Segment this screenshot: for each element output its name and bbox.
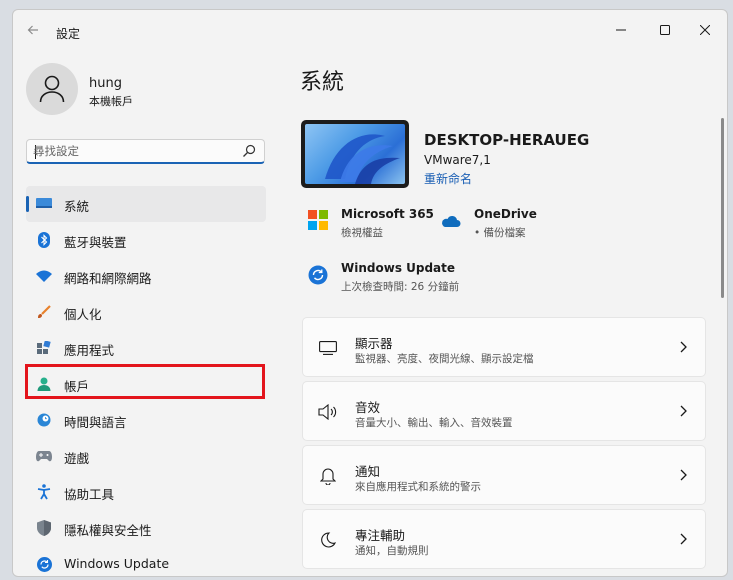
settings-card-notifications[interactable]: 通知 來自應用程式和系統的警示 — [302, 445, 706, 505]
chevron-right-icon — [680, 341, 687, 353]
quick-item-title: OneDrive — [474, 207, 537, 221]
card-title: 通知 — [355, 464, 381, 479]
card-subtitle: 來自應用程式和系統的警示 — [355, 481, 481, 493]
sidebar-item-personalization[interactable]: 個人化 — [26, 294, 266, 330]
quick-item-subtitle: • 備份檔案 — [474, 227, 526, 239]
card-subtitle: 監視器、亮度、夜間光線、顯示設定檔 — [355, 353, 534, 365]
device-model: VMware7,1 — [424, 153, 491, 167]
moon-icon — [318, 530, 338, 550]
minimize-button[interactable] — [601, 16, 641, 44]
scrollbar[interactable] — [721, 118, 724, 298]
brush-icon — [36, 304, 52, 320]
card-title: 顯示器 — [355, 336, 393, 351]
search-icon[interactable] — [242, 144, 256, 158]
onedrive-cloud-icon — [442, 215, 461, 227]
device-name: DESKTOP-HERAUEG — [424, 131, 590, 149]
display-icon — [318, 338, 338, 358]
sidebar-item-label: 個人化 — [64, 307, 102, 322]
sidebar-item-label: 應用程式 — [64, 343, 115, 358]
quick-item-title: Microsoft 365 — [341, 207, 434, 221]
sidebar-item-bluetooth[interactable]: 藍牙與裝置 — [26, 222, 266, 258]
sidebar-item-label: 協助工具 — [64, 487, 115, 502]
card-subtitle: 通知，自動規則 — [355, 545, 429, 557]
quick-item-subtitle: 上次檢查時間: 26 分鐘前 — [341, 281, 460, 293]
settings-card-display[interactable]: 顯示器 監視器、亮度、夜間光線、顯示設定檔 — [302, 317, 706, 377]
avatar[interactable] — [26, 63, 78, 115]
card-subtitle: 音量大小、輸出、輸入、音效裝置 — [355, 417, 513, 429]
bluetooth-icon — [36, 232, 52, 248]
globe-clock-icon — [36, 412, 52, 428]
user-icon — [39, 75, 65, 103]
sidebar-item-apps[interactable]: 應用程式 — [26, 330, 266, 366]
sidebar-item-label: 隱私權與安全性 — [64, 523, 152, 538]
rename-link[interactable]: 重新命名 — [424, 170, 472, 187]
device-thumbnail — [301, 120, 409, 188]
sidebar-item-label: 網路和網際網路 — [64, 271, 152, 286]
sidebar-item-system[interactable]: 系統 — [26, 186, 266, 222]
app-title: 設定 — [56, 27, 81, 41]
sidebar-item-privacy[interactable]: 隱私權與安全性 — [26, 510, 266, 546]
chevron-right-icon — [680, 405, 687, 417]
title-bar: 設定 — [13, 10, 727, 54]
speaker-icon — [318, 402, 338, 422]
sidebar-item-label: 時間與語言 — [64, 415, 127, 430]
quick-item-title: Windows Update — [341, 261, 456, 275]
monitor-icon — [36, 196, 52, 212]
sidebar-item-label: Windows Update — [64, 556, 170, 571]
sidebar-item-gaming[interactable]: 遊戲 — [26, 438, 266, 474]
card-title: 音效 — [355, 400, 381, 415]
maximize-button[interactable] — [645, 16, 685, 44]
maximize-icon — [660, 25, 670, 35]
chevron-right-icon — [680, 533, 687, 545]
sidebar-item-network[interactable]: 網路和網際網路 — [26, 258, 266, 294]
sidebar-item-time-language[interactable]: 時間與語言 — [26, 402, 266, 438]
sidebar-item-label: 系統 — [64, 199, 90, 214]
microsoft-logo-icon — [308, 210, 328, 230]
sidebar-item-windows-update[interactable]: Windows Update — [26, 546, 266, 576]
update-icon — [308, 265, 328, 285]
wallpaper-image — [305, 124, 405, 184]
annotation-highlight-box — [25, 364, 265, 399]
apps-icon — [36, 340, 52, 356]
sidebar-item-label: 藍牙與裝置 — [64, 235, 127, 250]
quick-item-subtitle: 檢視權益 — [341, 227, 383, 239]
close-icon — [700, 25, 710, 35]
user-name: hung — [89, 76, 122, 91]
search-input[interactable] — [33, 142, 233, 160]
update-icon — [36, 556, 52, 572]
shield-icon — [36, 520, 52, 536]
sidebar-item-label: 遊戲 — [64, 451, 90, 466]
close-button[interactable] — [685, 16, 725, 44]
minimize-icon — [616, 29, 626, 31]
settings-card-sound[interactable]: 音效 音量大小、輸出、輸入、音效裝置 — [302, 381, 706, 441]
gamepad-icon — [36, 448, 52, 464]
page-title: 系統 — [300, 70, 345, 95]
settings-window: 設定 hung 本機帳戶 系統 — [12, 9, 728, 577]
accessibility-icon — [36, 484, 52, 500]
selection-indicator — [26, 196, 29, 212]
card-title: 專注輔助 — [355, 528, 406, 543]
chevron-right-icon — [680, 469, 687, 481]
bell-icon — [318, 466, 338, 486]
account-type: 本機帳戶 — [89, 95, 133, 108]
back-button[interactable] — [23, 22, 43, 42]
settings-card-focus-assist[interactable]: 專注輔助 通知，自動規則 — [302, 509, 706, 569]
sidebar-item-accessibility[interactable]: 協助工具 — [26, 474, 266, 510]
wifi-icon — [36, 268, 52, 284]
search-box[interactable] — [26, 139, 265, 164]
back-arrow-icon — [27, 25, 38, 35]
